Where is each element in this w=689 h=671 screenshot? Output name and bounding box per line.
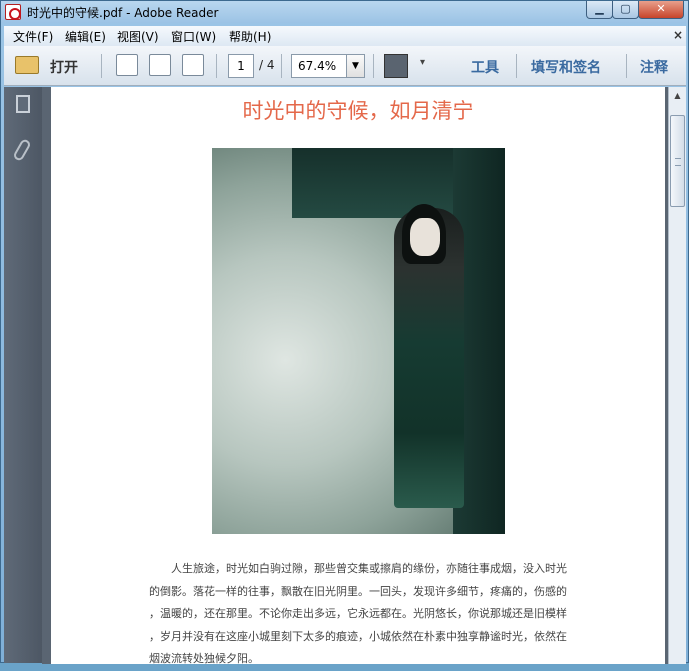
tools-button[interactable]: 工具 [471, 57, 499, 77]
menu-bar: 文件(F) 编辑(E) 视图(V) 窗口(W) 帮助(H) × [4, 26, 686, 46]
comment-button[interactable]: 注释 [640, 57, 668, 77]
full-screen-icon[interactable] [384, 54, 408, 78]
page-number-input[interactable]: 1 [228, 54, 254, 78]
maximize-button[interactable]: ▢ [612, 1, 639, 19]
paragraph-line: ，温暖的，还在那里。不论你走出多远，它永远都在。光阴悠长，你说那城还是旧模样 [149, 607, 567, 620]
toolbar-divider [101, 54, 102, 78]
window-title: 时光中的守候.pdf - Adobe Reader [27, 6, 219, 20]
export-pdf-icon[interactable] [149, 54, 171, 76]
toolbar-options-icon[interactable]: ▾ [420, 57, 425, 68]
app-window: 时光中的守候.pdf - Adobe Reader ▁ ▢ ✕ 文件(F) 编辑… [0, 0, 689, 665]
minimize-button[interactable]: ▁ [586, 1, 613, 19]
menu-edit[interactable]: 编辑(E) [65, 28, 106, 45]
pdf-page: 时光中的守候，如月清宁 人生旅途，时光如白驹过隙，那些曾交集或擦肩的缘份，亦随往… [51, 87, 665, 665]
paragraph-line: 的倒影。落花一样的往事，飘散在旧光阴里。一回头，发现许多细节，疼痛的，伤感的 [149, 584, 567, 598]
vertical-scrollbar[interactable]: ▲ [668, 87, 686, 664]
maximize-icon: ▢ [620, 2, 631, 15]
toolbar-divider [626, 54, 627, 78]
navigation-panel [4, 87, 42, 663]
document-paragraph: 人生旅途，时光如白驹过隙，那些曾交集或擦肩的缘份，亦随往事成烟，没入时光 的倒影… [149, 558, 567, 671]
minimize-icon: ▁ [595, 2, 604, 15]
scroll-up-icon[interactable]: ▲ [670, 88, 685, 103]
page-thumbnails-icon[interactable] [16, 95, 30, 113]
close-icon: ✕ [656, 2, 666, 15]
scroll-thumb[interactable] [670, 115, 685, 207]
title-bar[interactable]: 时光中的守候.pdf - Adobe Reader ▁ ▢ ✕ [1, 1, 688, 23]
zoom-select[interactable]: 67.4% ▼ [291, 54, 365, 78]
create-pdf-icon[interactable] [116, 54, 138, 76]
page-total: / 4 [259, 58, 275, 72]
document-close-icon[interactable]: × [673, 28, 683, 42]
zoom-value: 67.4% [298, 59, 337, 73]
menu-view[interactable]: 视图(V) [117, 28, 159, 45]
chevron-down-icon[interactable]: ▼ [346, 55, 364, 77]
toolbar: 打开 1 / 4 67.4% ▼ ▾ 工具 填写和签名 注释 [4, 46, 686, 86]
attachments-icon[interactable] [12, 137, 32, 163]
photo-face [410, 218, 440, 256]
paragraph-line: 烟波流转处独候夕阳。 [149, 652, 259, 665]
document-photo [212, 148, 505, 534]
toolbar-divider [216, 54, 217, 78]
toolbar-divider [516, 54, 517, 78]
fill-sign-button[interactable]: 填写和签名 [531, 57, 601, 77]
adobe-reader-icon [5, 4, 21, 20]
toolbar-divider [281, 54, 282, 78]
paragraph-line: 人生旅途，时光如白驹过隙，那些曾交集或擦肩的缘份，亦随往事成烟，没入时光 [149, 562, 567, 575]
document-title: 时光中的守候，如月清宁 [242, 99, 474, 123]
edit-pdf-icon[interactable] [182, 54, 204, 76]
open-folder-icon[interactable] [15, 56, 39, 74]
menu-file[interactable]: 文件(F) [13, 28, 53, 45]
toolbar-divider [373, 54, 374, 78]
paragraph-line: ，岁月并没有在这座小城里刻下太多的痕迹，小城依然在朴素中独享静谧时光，依然在 [149, 629, 567, 643]
menu-window[interactable]: 窗口(W) [171, 28, 216, 45]
close-button[interactable]: ✕ [638, 1, 684, 19]
menu-help[interactable]: 帮助(H) [229, 28, 271, 45]
open-button[interactable]: 打开 [50, 57, 78, 77]
